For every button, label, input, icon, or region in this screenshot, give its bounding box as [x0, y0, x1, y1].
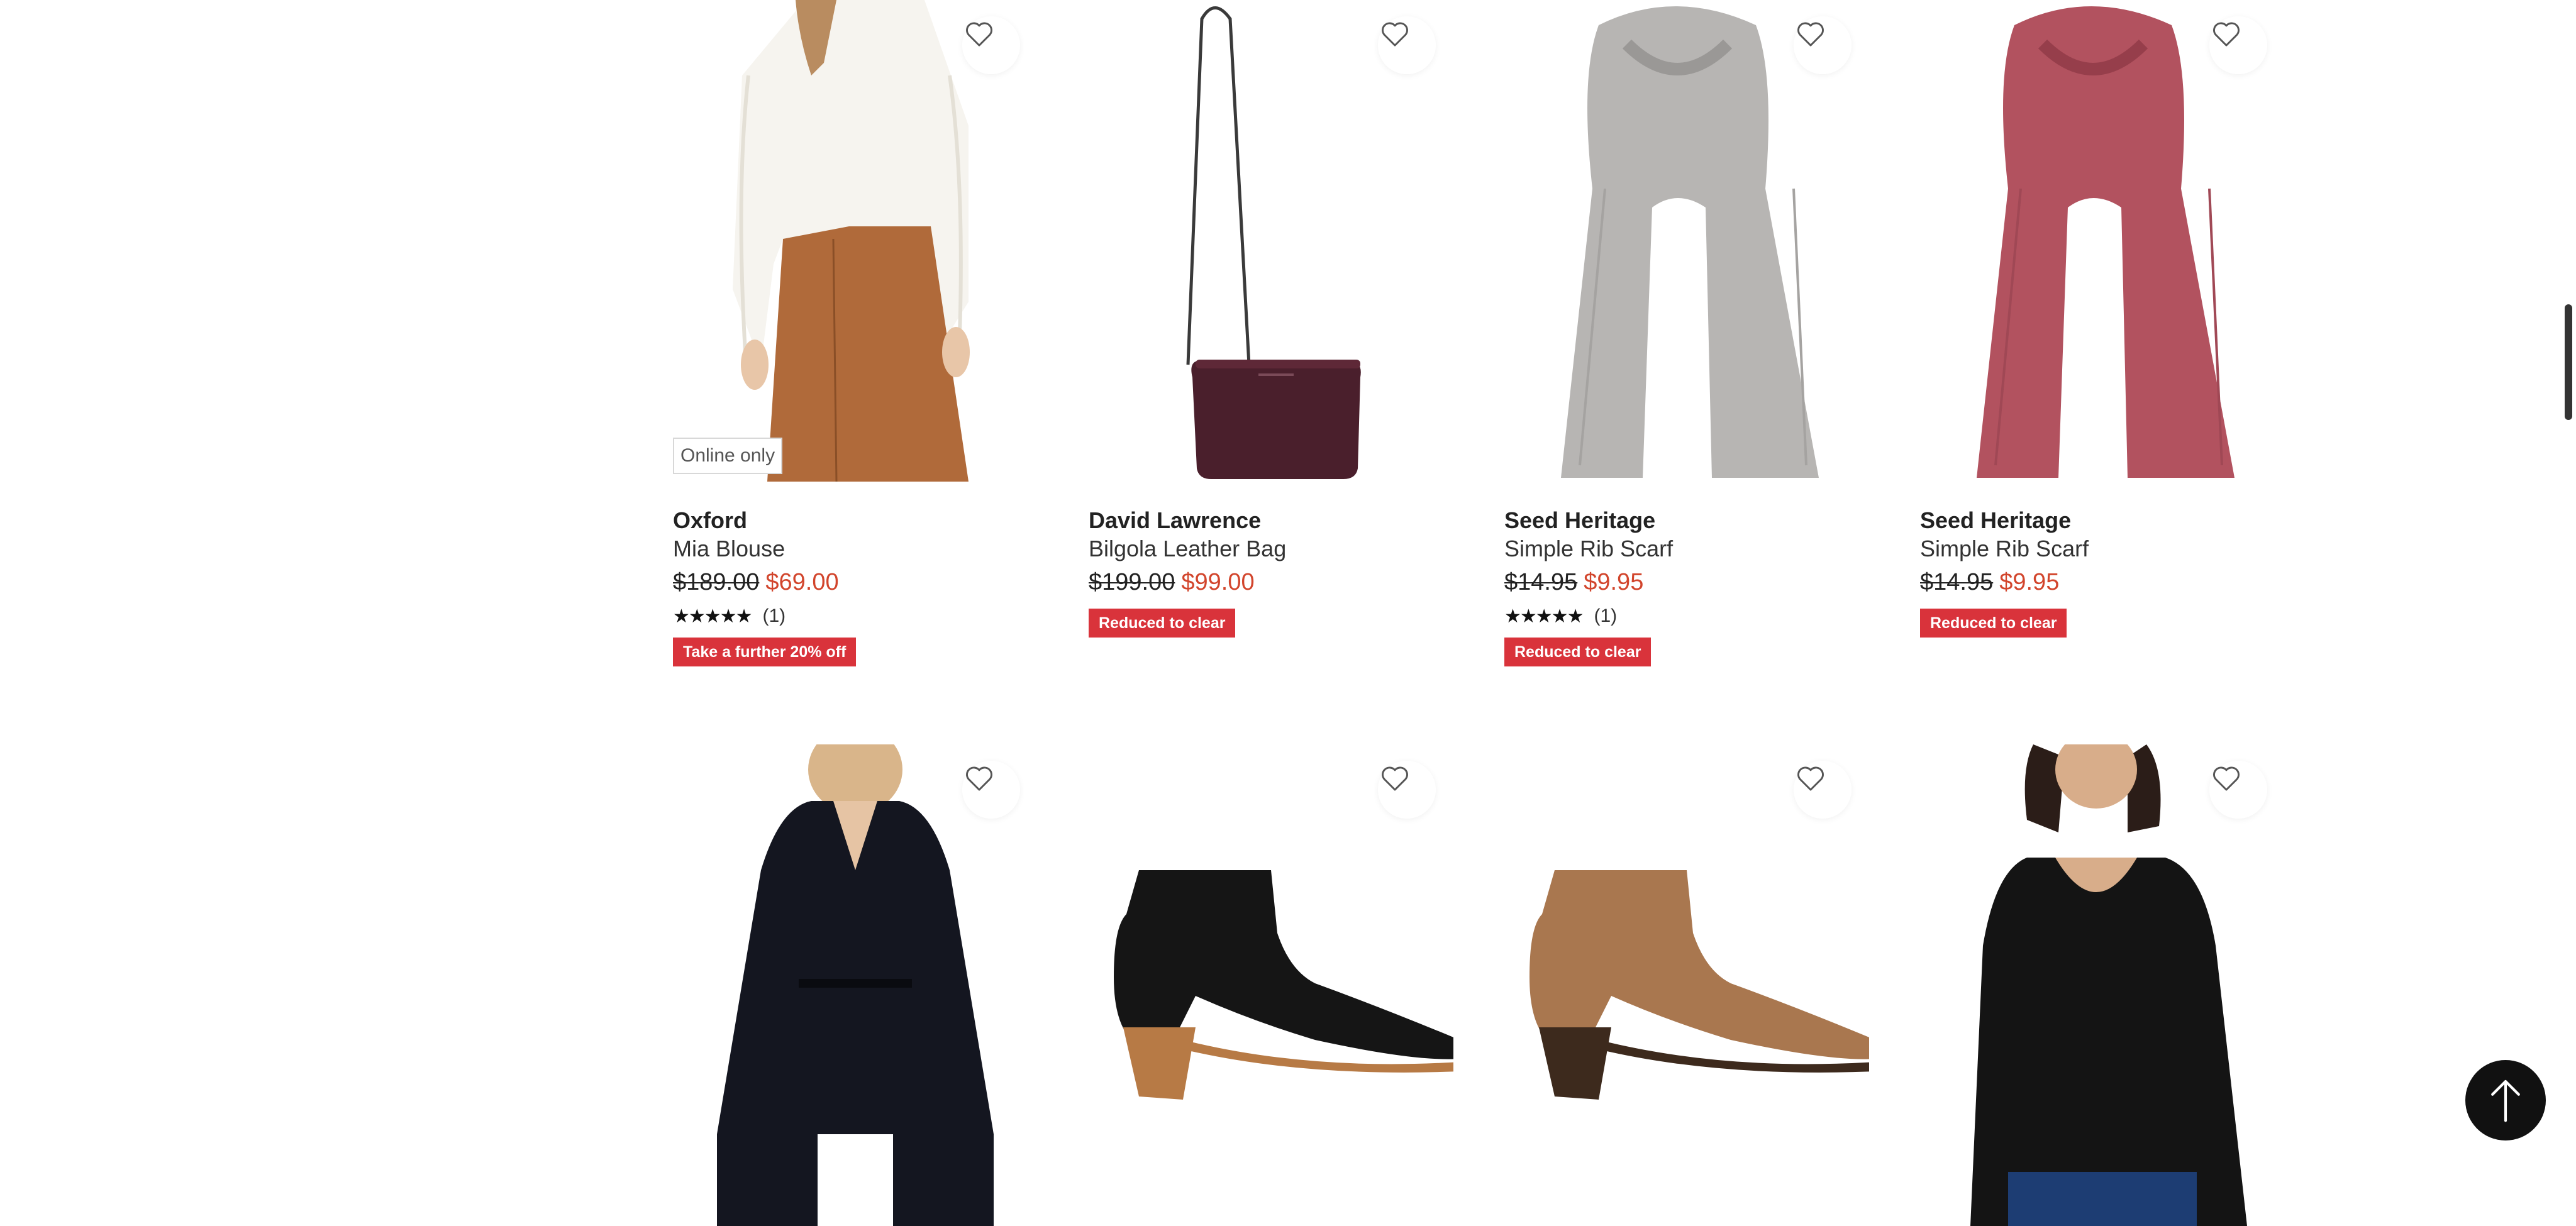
product-rating[interactable]: ★★★★★ (1)	[673, 604, 1038, 629]
heart-outline-icon	[966, 766, 992, 791]
price-now: $69.00	[765, 569, 839, 595]
heart-outline-icon	[1382, 22, 1408, 47]
product-rating[interactable]: ★★★★★ (1)	[1504, 604, 1869, 629]
product-brand[interactable]: David Lawrence	[1089, 507, 1453, 534]
rating-count: (1)	[1594, 605, 1618, 626]
product-image[interactable]	[1089, 744, 1453, 1226]
heart-outline-icon	[1797, 766, 1824, 791]
wishlist-button[interactable]	[1378, 761, 1436, 819]
price-now: $9.95	[1584, 569, 1644, 595]
wishlist-button[interactable]	[1794, 761, 1852, 819]
price-was: $199.00	[1089, 569, 1175, 595]
product-image[interactable]	[1504, 0, 1869, 482]
rating-stars: ★★★★★	[1504, 605, 1584, 627]
product-prices: $199.00 $99.00	[1089, 565, 1453, 600]
product-info: Oxford Mia Blouse $189.00 $69.00 ★★★★★ (1…	[673, 507, 1038, 666]
product-prices: $14.95 $9.95	[1920, 565, 2285, 600]
wishlist-button[interactable]	[1794, 16, 1852, 74]
product-brand[interactable]: Oxford	[673, 507, 1038, 534]
promo-tag: Take a further 20% off	[673, 638, 857, 666]
heart-outline-icon	[2213, 22, 2240, 47]
product-info: Seed Heritage Simple Rib Scarf $14.95 $9.…	[1920, 507, 2285, 638]
product-name[interactable]: Simple Rib Scarf	[1504, 534, 1869, 563]
rating-stars: ★★★★★	[673, 605, 752, 627]
arrow-up-icon	[2491, 1080, 2520, 1122]
product-image[interactable]	[1920, 0, 2285, 482]
product-info: David Lawrence Bilgola Leather Bag $199.…	[1089, 507, 1453, 638]
product-image[interactable]	[1920, 744, 2285, 1226]
product-brand[interactable]: Seed Heritage	[1920, 507, 2285, 534]
heart-outline-icon	[1797, 22, 1824, 47]
price-now: $99.00	[1181, 569, 1255, 595]
price-now: $9.95	[1999, 569, 2060, 595]
heart-outline-icon	[1382, 766, 1408, 791]
wishlist-button[interactable]	[962, 16, 1020, 74]
promo-tag: Reduced to clear	[1504, 638, 1652, 666]
price-was: $189.00	[673, 569, 760, 595]
price-was: $14.95	[1504, 569, 1578, 595]
wishlist-button[interactable]	[1378, 16, 1436, 74]
wishlist-button[interactable]	[2209, 16, 2267, 74]
product-name[interactable]: Mia Blouse	[673, 534, 1038, 563]
product-prices: $189.00 $69.00	[673, 565, 1038, 600]
rating-count: (1)	[762, 605, 786, 626]
product-prices: $14.95 $9.95	[1504, 565, 1869, 600]
wishlist-button[interactable]	[2209, 761, 2267, 819]
product-image[interactable]	[1504, 744, 1869, 1226]
product-brand[interactable]: Seed Heritage	[1504, 507, 1869, 534]
scrollbar-thumb[interactable]	[2565, 304, 2572, 420]
heart-outline-icon	[2213, 766, 2240, 791]
product-grid: Online only Oxford Mia Blouse $189.00 $69…	[0, 0, 2576, 1226]
product-info: Seed Heritage Simple Rib Scarf $14.95 $9.…	[1504, 507, 1869, 666]
promo-tag: Reduced to clear	[1089, 609, 1236, 638]
product-name[interactable]: Bilgola Leather Bag	[1089, 534, 1453, 563]
back-to-top-button[interactable]	[2465, 1060, 2546, 1140]
product-image[interactable]	[673, 744, 1038, 1226]
wishlist-button[interactable]	[962, 761, 1020, 819]
price-was: $14.95	[1920, 569, 1994, 595]
heart-outline-icon	[966, 22, 992, 47]
product-name[interactable]: Simple Rib Scarf	[1920, 534, 2285, 563]
product-image[interactable]	[1089, 0, 1453, 482]
product-image[interactable]: Online only	[673, 0, 1038, 482]
online-only-badge: Online only	[673, 438, 783, 474]
promo-tag: Reduced to clear	[1920, 609, 2067, 638]
